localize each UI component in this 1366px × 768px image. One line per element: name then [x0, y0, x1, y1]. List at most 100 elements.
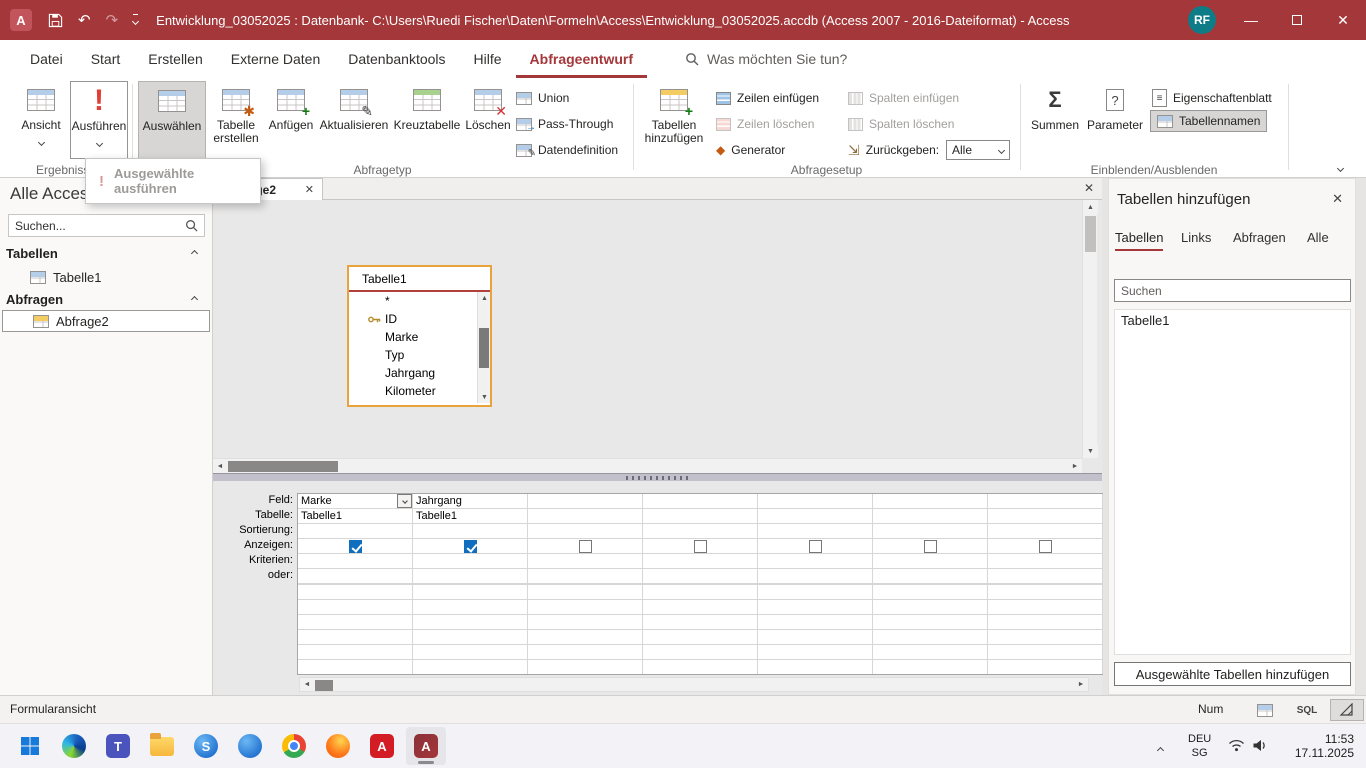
close-button[interactable]: ✕: [1320, 0, 1366, 40]
account-avatar[interactable]: RF: [1188, 6, 1216, 34]
close-document-icon[interactable]: ✕: [1084, 181, 1094, 195]
show-checkbox[interactable]: [808, 539, 822, 553]
grid-cell-anzeigen-6[interactable]: [873, 539, 988, 554]
taskbar-clock[interactable]: 11:53 17.11.2025: [1284, 732, 1354, 760]
scroll-left-icon[interactable]: ◄: [300, 678, 314, 691]
browser-taskbar-button[interactable]: [230, 727, 270, 765]
property-sheet-button[interactable]: ≡ Eigenschaftenblatt: [1152, 86, 1272, 110]
append-button[interactable]: + Anfügen: [266, 81, 316, 159]
grid-cell-feld-6[interactable]: [873, 494, 988, 509]
file-explorer-taskbar-button[interactable]: [142, 727, 182, 765]
nav-group-tabellen[interactable]: Tabellen: [0, 242, 213, 264]
tell-me-input[interactable]: [707, 51, 887, 67]
field-row-kilometer[interactable]: Kilometer: [349, 382, 490, 400]
field-list-tabelle1[interactable]: Tabelle1 * ID Marke Typ Jahrgang Kilomet…: [347, 265, 492, 407]
grid-cell-tabelle-7[interactable]: [988, 509, 1103, 524]
nav-item-abfrage2[interactable]: Abfrage2: [2, 310, 210, 332]
grid-cell-feld-7[interactable]: [988, 494, 1103, 509]
show-checkbox[interactable]: [578, 539, 592, 553]
grid-oder-row[interactable]: [298, 569, 1103, 584]
add-selected-tables-button[interactable]: Ausgewählte Tabellen hinzufügen: [1114, 662, 1351, 686]
panel-tab-tabellen[interactable]: Tabellen: [1115, 227, 1164, 251]
scrollbar-thumb[interactable]: [228, 461, 338, 472]
table-names-button[interactable]: Tabellennamen: [1150, 110, 1268, 132]
grid-cell-anzeigen-4[interactable]: [643, 539, 758, 554]
field-list-scrollbar[interactable]: ▲ ▼: [477, 292, 490, 403]
field-list-title[interactable]: Tabelle1: [349, 267, 490, 292]
view-button[interactable]: Ansicht: [14, 81, 68, 159]
nav-search-box[interactable]: [8, 214, 205, 237]
nav-search-input[interactable]: [15, 218, 181, 233]
show-checkbox[interactable]: [1038, 539, 1052, 553]
panel-search-box[interactable]: [1114, 279, 1351, 302]
scroll-up-icon[interactable]: ▲: [478, 292, 490, 304]
grid-cell-tabelle-3[interactable]: [528, 509, 643, 524]
ribbon-tab-externe-daten[interactable]: Externe Daten: [217, 40, 335, 78]
grid-cell-feld-3[interactable]: [528, 494, 643, 509]
teams-taskbar-button[interactable]: T: [98, 727, 138, 765]
save-icon[interactable]: [48, 13, 63, 28]
pane-splitter[interactable]: [213, 473, 1102, 481]
ribbon-tab-datenbanktools[interactable]: Datenbanktools: [334, 40, 459, 78]
grid-cell-tabelle-1[interactable]: Tabelle1: [298, 509, 413, 524]
scroll-down-icon[interactable]: ▼: [478, 391, 490, 403]
grid-cell-feld-4[interactable]: [643, 494, 758, 509]
panel-tab-links[interactable]: Links: [1181, 227, 1211, 251]
nav-group-abfragen[interactable]: Abfragen: [0, 288, 213, 310]
panel-search-input[interactable]: [1121, 283, 1344, 298]
field-row-asterisk[interactable]: *: [349, 292, 490, 310]
design-horizontal-scrollbar[interactable]: ◄ ►: [213, 458, 1082, 474]
tell-me-search[interactable]: [685, 51, 887, 67]
field-row-marke[interactable]: Marke: [349, 328, 490, 346]
delete-query-button[interactable]: ✕ Löschen: [464, 81, 512, 159]
grid-cell-anzeigen-7[interactable]: [988, 539, 1103, 554]
acrobat-taskbar-button[interactable]: A: [362, 727, 402, 765]
field-row-id[interactable]: ID: [349, 310, 490, 328]
qat-customize-icon[interactable]: [132, 14, 140, 26]
parameters-button[interactable]: ? Parameter: [1086, 81, 1144, 159]
undo-icon[interactable]: ↶: [78, 11, 91, 29]
scroll-right-icon[interactable]: ►: [1068, 459, 1082, 474]
grid-empty-rows[interactable]: [298, 584, 1103, 674]
grid-cell-anzeigen-1[interactable]: [298, 539, 413, 554]
edge-taskbar-button[interactable]: [54, 727, 94, 765]
scroll-up-icon[interactable]: ▲: [1083, 200, 1098, 214]
panel-tab-alle[interactable]: Alle: [1307, 227, 1329, 251]
scrollbar-thumb[interactable]: [315, 680, 333, 691]
access-app-icon[interactable]: A: [10, 9, 32, 31]
field-row-jahrgang[interactable]: Jahrgang: [349, 364, 490, 382]
panel-tab-abfragen[interactable]: Abfragen: [1233, 227, 1286, 251]
nav-item-tabelle1[interactable]: Tabelle1: [0, 266, 213, 288]
ribbon-tab-datei[interactable]: Datei: [16, 40, 77, 78]
close-panel-icon[interactable]: ✕: [1332, 191, 1343, 207]
union-button[interactable]: Union: [516, 86, 569, 110]
show-checkbox[interactable]: [693, 539, 707, 553]
firefox-taskbar-button[interactable]: [318, 727, 358, 765]
grid-cell-tabelle-6[interactable]: [873, 509, 988, 524]
ribbon-tab-start[interactable]: Start: [77, 40, 135, 78]
grid-cell-feld-5[interactable]: [758, 494, 873, 509]
redo-icon[interactable]: ↷: [106, 11, 119, 29]
maximize-button[interactable]: [1274, 0, 1320, 40]
grid-cell-feld-2[interactable]: Jahrgang: [413, 494, 528, 509]
design-view-button[interactable]: [1330, 699, 1364, 721]
tray-chevron-up-icon[interactable]: [1156, 742, 1165, 756]
scrollbar-thumb[interactable]: [1085, 216, 1096, 252]
volume-icon[interactable]: [1252, 739, 1269, 752]
panel-list-item-tabelle1[interactable]: Tabelle1: [1115, 310, 1350, 332]
scroll-right-icon[interactable]: ►: [1074, 678, 1088, 691]
insert-rows-button[interactable]: Zeilen einfügen: [716, 86, 819, 110]
scroll-left-icon[interactable]: ◄: [213, 459, 227, 474]
show-checkbox[interactable]: [463, 539, 477, 553]
grid-cell-anzeigen-2[interactable]: [413, 539, 528, 554]
collapse-ribbon-icon[interactable]: [1336, 160, 1345, 174]
grid-cell-tabelle-2[interactable]: Tabelle1: [413, 509, 528, 524]
grid-sortierung-row[interactable]: [298, 524, 1103, 539]
skype-taskbar-button[interactable]: S: [186, 727, 226, 765]
scroll-down-icon[interactable]: ▼: [1083, 444, 1098, 458]
return-select[interactable]: Alle: [946, 140, 1010, 160]
grid-cell-anzeigen-3[interactable]: [528, 539, 643, 554]
show-checkbox[interactable]: [348, 539, 362, 553]
field-dropdown-icon[interactable]: [397, 494, 412, 508]
pass-through-button[interactable]: → Pass-Through: [516, 112, 613, 136]
